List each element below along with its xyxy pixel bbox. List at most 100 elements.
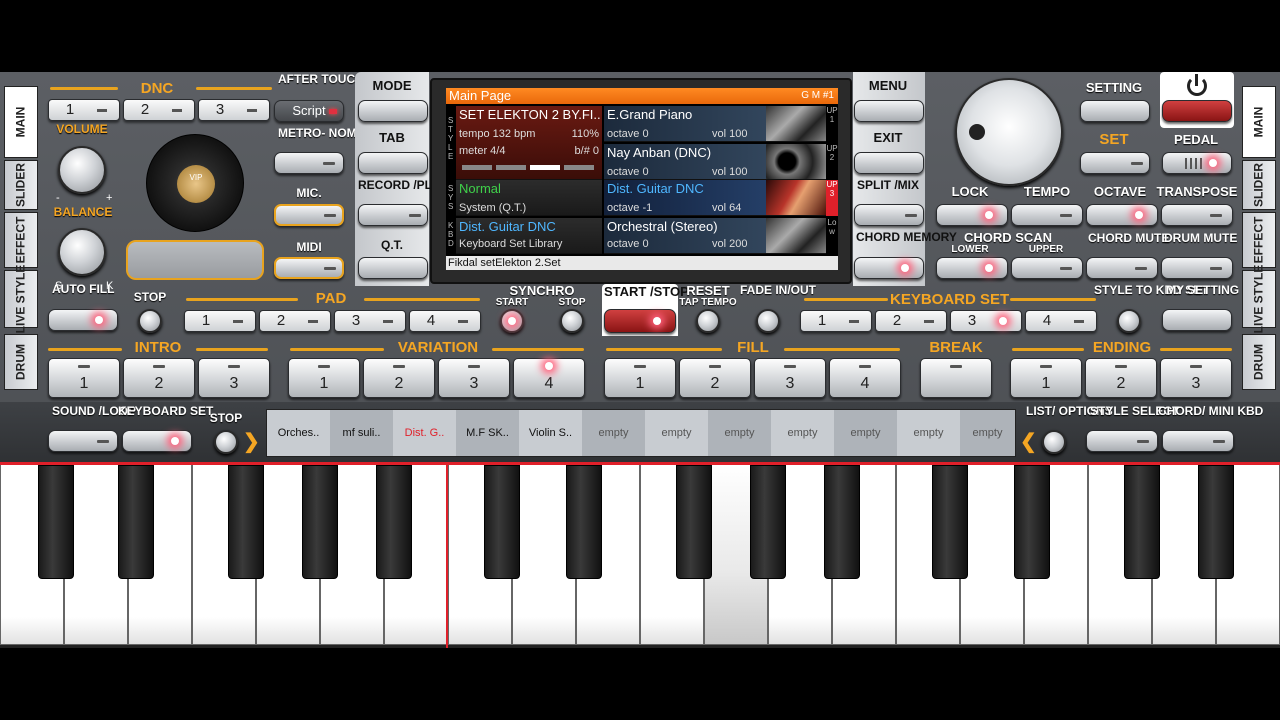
loop-slot-7[interactable]: empty <box>645 410 708 456</box>
pad-button-4[interactable]: 4 <box>409 310 481 332</box>
tab-main-left[interactable]: MAIN <box>4 86 38 158</box>
ending-button-1[interactable]: 1 <box>1010 358 1082 398</box>
record-play-button[interactable] <box>358 204 428 226</box>
pad-button-3[interactable]: 3 <box>334 310 406 332</box>
balance-knob[interactable] <box>58 228 106 276</box>
black-key[interactable] <box>566 465 602 579</box>
variation-button-4[interactable]: 4 <box>513 358 585 398</box>
mode-button[interactable] <box>358 100 428 122</box>
setting-button[interactable] <box>1080 100 1150 122</box>
kbd-set-button-2[interactable]: 2 <box>875 310 947 332</box>
break-button[interactable] <box>920 358 992 398</box>
loop-slot-2[interactable]: mf suli.. <box>330 410 393 456</box>
transpose-button[interactable] <box>1161 204 1233 226</box>
my-setting-button[interactable] <box>1162 309 1232 331</box>
loop-slot-6[interactable]: empty <box>582 410 645 456</box>
tab-effect-left[interactable]: EFFECT <box>4 212 38 268</box>
black-key[interactable] <box>932 465 968 579</box>
drum-mute-button[interactable] <box>1161 257 1233 279</box>
data-dial[interactable] <box>955 78 1063 186</box>
fade-button[interactable] <box>756 309 780 333</box>
pad-button-1[interactable]: 1 <box>184 310 256 332</box>
synchro-stop-button[interactable] <box>560 309 584 333</box>
variation-button-1[interactable]: 1 <box>288 358 360 398</box>
tab-live-style-left[interactable]: LIVE STYLE <box>4 265 38 333</box>
menu-button[interactable] <box>854 100 924 122</box>
loop-keyboard-set-button[interactable] <box>122 430 192 452</box>
black-key[interactable] <box>1124 465 1160 579</box>
dnc-button-1[interactable]: 1 <box>48 99 120 121</box>
fill-button-1[interactable]: 1 <box>604 358 676 398</box>
tab-effect-right[interactable]: EFFECT <box>1242 212 1276 268</box>
kbd-set-button-1[interactable]: 1 <box>800 310 872 332</box>
loop-slot-9[interactable]: empty <box>771 410 834 456</box>
loop-slot-12[interactable]: empty <box>960 410 1015 456</box>
loop-stop-button[interactable] <box>214 430 238 454</box>
ending-button-3[interactable]: 3 <box>1160 358 1232 398</box>
octave-button[interactable] <box>1086 204 1158 226</box>
power-button[interactable] <box>1162 100 1232 122</box>
exit-button[interactable] <box>854 152 924 174</box>
style-select-button[interactable] <box>1086 430 1158 452</box>
loop-slot-10[interactable]: empty <box>834 410 897 456</box>
fill-button-4[interactable]: 4 <box>829 358 901 398</box>
loop-scroll-right-icon[interactable]: ❯ <box>243 432 260 452</box>
dnc-button-2[interactable]: 2 <box>123 99 195 121</box>
style-to-kbd-set-button[interactable] <box>1117 309 1141 333</box>
lcd-sys-cell[interactable]: Normal System (Q.T.) <box>456 180 602 216</box>
lcd-voice-up1[interactable]: E.Grand Piano octave 0 vol 100 <box>604 106 826 142</box>
black-key[interactable] <box>676 465 712 579</box>
black-key[interactable] <box>228 465 264 579</box>
loop-slot-5[interactable]: Violin S.. <box>519 410 582 456</box>
chord-scan-upper-button[interactable] <box>1011 257 1083 279</box>
ending-button-2[interactable]: 2 <box>1085 358 1157 398</box>
lcd-kbd-cell[interactable]: Dist. Guitar DNC Keyboard Set Library <box>456 218 602 254</box>
loop-slot-3[interactable]: Dist. G.. <box>393 410 456 456</box>
dnc-button-3[interactable]: 3 <box>198 99 270 121</box>
fill-button-2[interactable]: 2 <box>679 358 751 398</box>
tab-live-style-right[interactable]: LIVE STYLE <box>1242 265 1276 333</box>
loop-scroll-left-icon[interactable]: ❮ <box>1020 432 1037 452</box>
rotary-speaker-disc[interactable]: VIP <box>146 134 244 232</box>
split-mix-button[interactable] <box>854 204 924 226</box>
loop-slot-11[interactable]: empty <box>897 410 960 456</box>
chord-scan-lower-button[interactable] <box>936 257 1008 279</box>
lock-button[interactable] <box>936 204 1008 226</box>
loop-slot-1[interactable]: Orches.. <box>267 410 330 456</box>
list-options-button[interactable] <box>1042 430 1066 454</box>
lcd-style-cell[interactable]: SET ELEKTON 2 BY.FI.. tempo 132 bpm 110%… <box>456 106 602 180</box>
set-button[interactable] <box>1080 152 1150 174</box>
intro-button-3[interactable]: 3 <box>198 358 270 398</box>
loop-slot-4[interactable]: M.F SK.. <box>456 410 519 456</box>
tab-drum-left[interactable]: DRUM <box>4 334 38 390</box>
black-key[interactable] <box>118 465 154 579</box>
black-key[interactable] <box>824 465 860 579</box>
reset-tap-button[interactable] <box>696 309 720 333</box>
tab-button[interactable] <box>358 152 428 174</box>
tab-slider-left[interactable]: SLIDER <box>4 160 38 210</box>
qt-button[interactable] <box>358 257 428 279</box>
variation-button-2[interactable]: 2 <box>363 358 435 398</box>
pad-stop-button[interactable] <box>138 309 162 333</box>
kbd-set-button-4[interactable]: 4 <box>1025 310 1097 332</box>
black-key[interactable] <box>376 465 412 579</box>
start-stop-button[interactable] <box>604 309 676 333</box>
metronome-button[interactable] <box>274 152 344 174</box>
tab-slider-right[interactable]: SLIDER <box>1242 160 1276 210</box>
loop-slot-8[interactable]: empty <box>708 410 771 456</box>
black-key[interactable] <box>302 465 338 579</box>
after-touch-script-button[interactable]: Script <box>274 100 344 122</box>
black-key[interactable] <box>1014 465 1050 579</box>
lcd-up3-tag[interactable]: UP3 <box>826 180 838 216</box>
tab-drum-right[interactable]: DRUM <box>1242 334 1276 390</box>
midi-button[interactable] <box>274 257 344 279</box>
lcd-voice-low[interactable]: Orchestral (Stereo) octave 0 vol 200 <box>604 218 826 254</box>
auto-fill-button[interactable] <box>48 309 118 331</box>
black-key[interactable] <box>1198 465 1234 579</box>
intro-button-2[interactable]: 2 <box>123 358 195 398</box>
lcd-voice-up2[interactable]: Nay Anban (DNC) octave 0 vol 100 <box>604 144 826 180</box>
chord-mini-kbd-button[interactable] <box>1162 430 1234 452</box>
black-key[interactable] <box>750 465 786 579</box>
black-key[interactable] <box>38 465 74 579</box>
kbd-set-button-3[interactable]: 3 <box>950 310 1022 332</box>
